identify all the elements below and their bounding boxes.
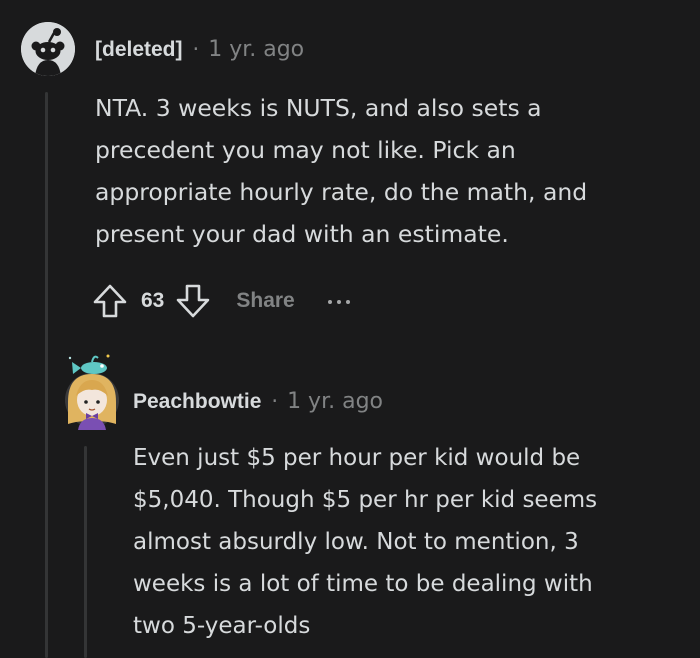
upvote-arrow-icon[interactable]: [91, 282, 129, 320]
downvote-arrow-icon[interactable]: [174, 282, 212, 320]
vote-score: 63: [141, 289, 165, 312]
comment-body-line: present your dad with an estimate.: [95, 220, 509, 248]
comment-timestamp[interactable]: 1 yr. ago: [208, 37, 304, 62]
more-options-icon[interactable]: [327, 298, 350, 304]
comment-body: Even just $5 per hour per kid would be $…: [133, 437, 597, 647]
share-button[interactable]: Share: [236, 289, 294, 313]
meta-separator: ·: [271, 389, 279, 413]
comment-timestamp[interactable]: 1 yr. ago: [287, 389, 383, 414]
comment-body-line: two 5-year-olds: [133, 613, 311, 639]
comment-meta: [deleted] · 1 yr. ago: [95, 37, 304, 62]
comment-action-bar: 63 Share: [91, 282, 350, 320]
comment-author[interactable]: Peachbowtie: [133, 390, 261, 414]
custom-avatar-icon[interactable]: [60, 350, 124, 430]
comment-body-line: Even just $5 per hour per kid would be: [133, 445, 581, 471]
thread-line-reply[interactable]: [84, 446, 87, 658]
comment-body-line: $5,040. Though $5 per hr per kid seems: [133, 487, 598, 513]
comment-body-line: appropriate hourly rate, do the math, an…: [95, 178, 588, 206]
meta-separator: ·: [192, 37, 200, 61]
comment-body-line: weeks is a lot of time to be dealing wit…: [133, 571, 593, 597]
comment-author[interactable]: [deleted]: [95, 38, 183, 62]
comment-body-line: almost absurdly low. Not to mention, 3: [133, 529, 579, 555]
comment-body: NTA. 3 weeks is NUTS, and also sets a pr…: [95, 87, 587, 255]
comment-meta: Peachbowtie · 1 yr. ago: [133, 389, 383, 414]
comment-body-line: NTA. 3 weeks is NUTS, and also sets a: [95, 94, 542, 122]
snoo-avatar-icon[interactable]: [21, 22, 75, 76]
thread-line-parent[interactable]: [45, 92, 48, 658]
comment-body-line: precedent you may not like. Pick an: [95, 136, 516, 164]
